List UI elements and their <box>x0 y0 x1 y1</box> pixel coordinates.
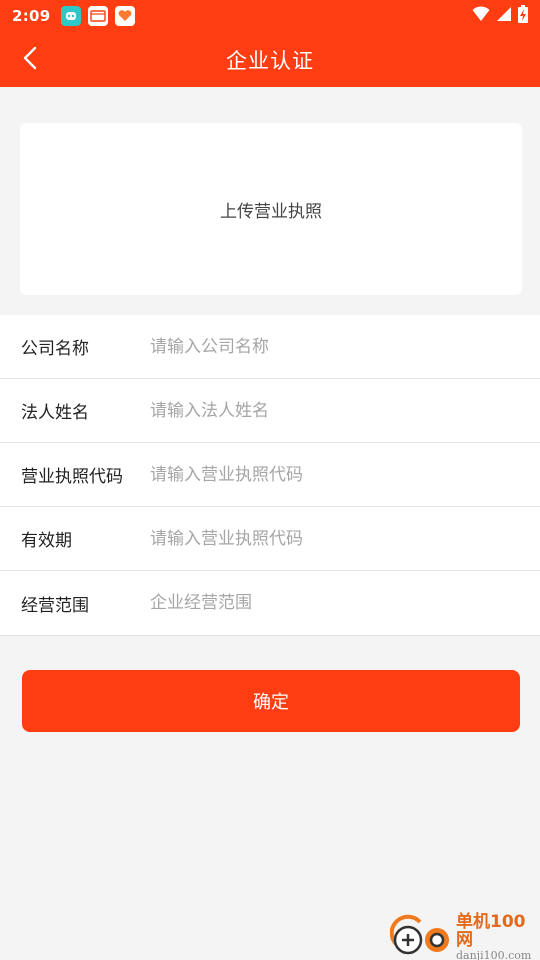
legal-person-label: 法人姓名 <box>21 403 89 423</box>
watermark-name: 单机100网 <box>456 911 526 950</box>
form-row-legal-person: 法人姓名 <box>0 379 540 443</box>
status-icons <box>472 5 528 27</box>
status-bar: 2:09 <box>0 0 540 32</box>
watermark-text: 单机100网 danji100.com <box>456 911 540 960</box>
confirm-button[interactable]: 确定 <box>22 670 520 732</box>
notification-window-icon <box>87 6 108 26</box>
form-row-company-name: 公司名称 <box>0 315 540 379</box>
company-name-label: 公司名称 <box>21 339 89 359</box>
battery-charging-icon <box>518 5 528 27</box>
watermark-url: danji100.com <box>456 948 532 960</box>
watermark-logo-icon <box>389 914 452 960</box>
validity-input[interactable] <box>150 528 520 549</box>
certification-form: 公司名称 法人姓名 营业执照代码 有效期 经营范围 <box>0 315 540 636</box>
chevron-left-icon <box>23 46 37 74</box>
app-screen: 2:09 企业认证 上传营业执照 公司名称 请输入公司名称 法人姓名 请输入法人… <box>0 0 540 960</box>
notification-robot-icon <box>60 6 81 26</box>
validity-label: 有效期 <box>21 531 72 551</box>
watermark: 单机100网 danji100.com <box>389 911 540 960</box>
title-bar: 企业认证 <box>0 32 540 87</box>
form-row-business-scope: 经营范围 <box>0 571 540 635</box>
signal-icon <box>496 6 512 26</box>
legal-person-input[interactable] <box>150 400 520 421</box>
page-title: 企业认证 <box>226 48 314 73</box>
business-scope-input[interactable] <box>150 593 520 613</box>
company-name-input[interactable] <box>150 336 520 357</box>
status-time: 2:09 <box>12 7 51 25</box>
form-row-license-code: 营业执照代码 <box>0 443 540 507</box>
business-scope-label: 经营范围 <box>21 595 89 616</box>
notification-heart-icon <box>114 6 135 26</box>
back-button[interactable] <box>12 40 48 80</box>
license-code-label: 营业执照代码 <box>21 467 123 487</box>
form-row-validity: 有效期 <box>0 507 540 571</box>
upload-license-label: 上传营业执照 <box>220 201 322 222</box>
license-code-input[interactable] <box>150 464 520 485</box>
upload-license-card[interactable]: 上传营业执照 <box>20 123 522 295</box>
wifi-icon <box>472 6 490 26</box>
